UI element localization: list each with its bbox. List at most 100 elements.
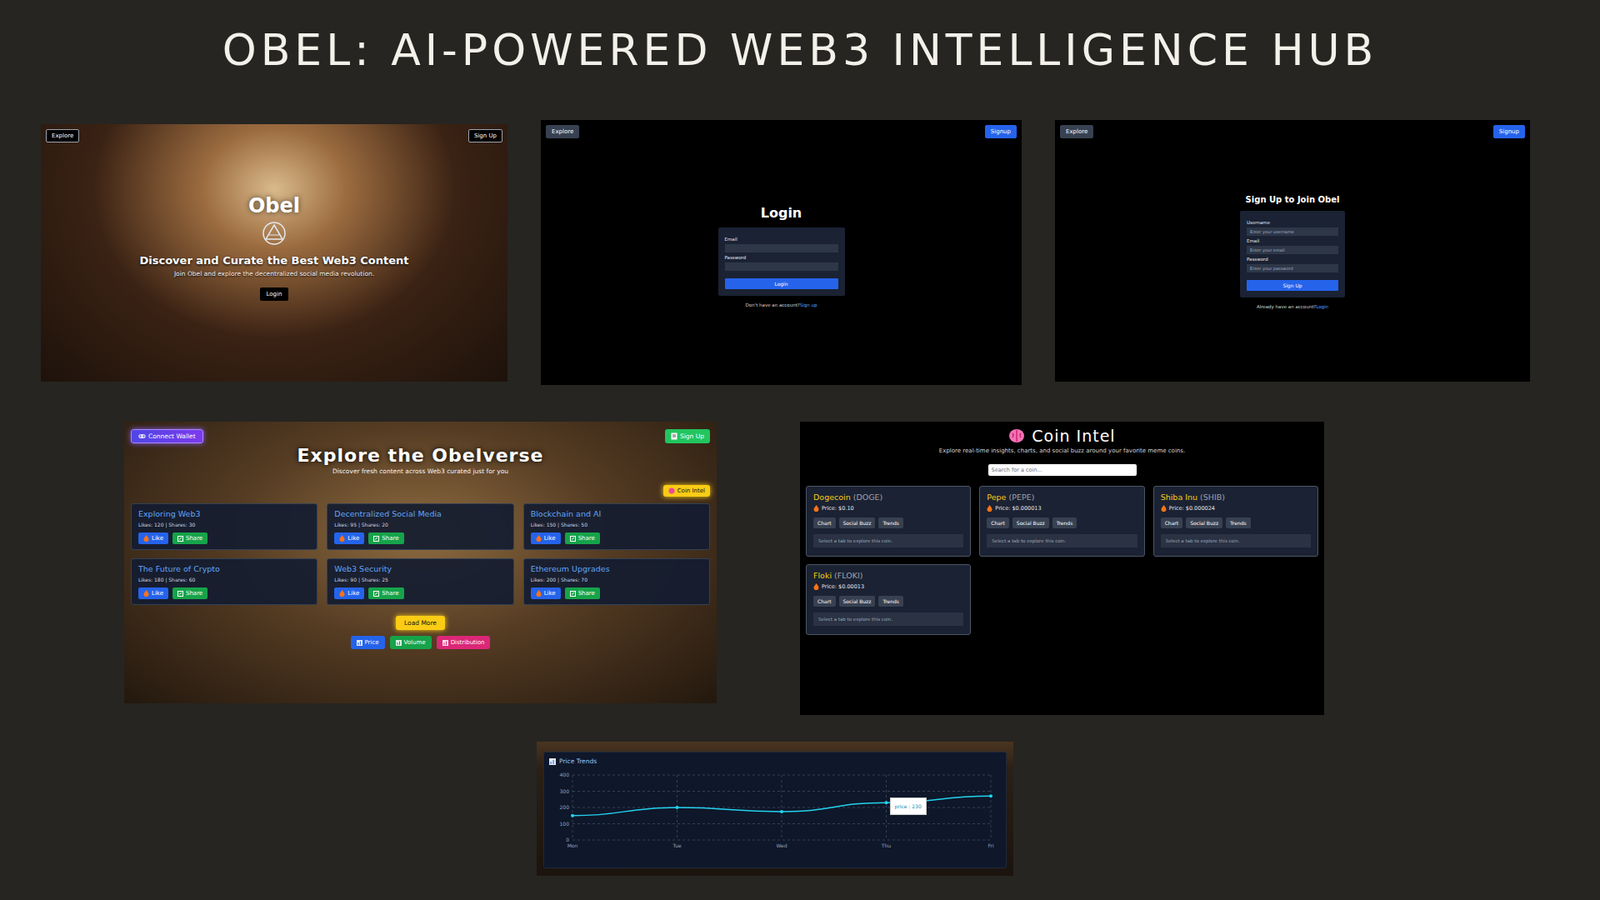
auth-footer: Don't have an account?Sign up — [745, 302, 818, 308]
x-tick: Thu — [880, 842, 891, 849]
fire-icon — [339, 590, 345, 597]
coin-tab[interactable]: Chart — [813, 595, 836, 607]
auth-footer: Already have an account?Login — [1256, 304, 1329, 310]
like-button[interactable]: Like — [138, 587, 169, 600]
brain-icon — [1008, 428, 1025, 444]
coin-card: Pepe (PEPE) Price: $0.000013 ChartSocial… — [979, 485, 1145, 557]
login-screenshot: Explore Signup Login Email Password Logi… — [540, 120, 1022, 385]
content-card[interactable]: Exploring Web3 Likes: 120 | Shares: 30 L… — [130, 503, 318, 550]
data-point[interactable] — [570, 814, 575, 818]
coin-tab[interactable]: Social Buzz — [1012, 517, 1050, 529]
chart-tab[interactable]: Distribution — [436, 635, 491, 650]
signup-screenshot: Explore Signup Sign Up to Join Obel User… — [1055, 120, 1530, 382]
field-label: Email — [1246, 238, 1339, 244]
login-link[interactable]: Login — [1315, 304, 1329, 310]
share-button[interactable]: Share — [172, 587, 208, 600]
card-stats: Likes: 90 | Shares: 25 — [334, 576, 506, 583]
login-button[interactable]: Login — [260, 287, 290, 301]
coin-tab[interactable]: Chart — [813, 517, 836, 529]
card-title: The Future of Crypto — [138, 564, 310, 574]
load-more-button[interactable]: Load More — [395, 615, 445, 630]
card-title: Web3 Security — [334, 564, 506, 574]
signup-button[interactable]: Sign Up — [468, 129, 503, 143]
like-button[interactable]: Like — [530, 587, 561, 600]
like-button[interactable]: Like — [138, 532, 169, 545]
content-card[interactable]: Web3 Security Likes: 90 | Shares: 25 Lik… — [326, 558, 514, 605]
explore-button[interactable]: Explore — [545, 125, 580, 139]
content-card[interactable]: Blockchain and AI Likes: 150 | Shares: 5… — [523, 503, 710, 550]
coin-card: Floki (FLOKI) Price: $0.00013 ChartSocia… — [805, 564, 971, 635]
like-button[interactable]: Like — [334, 587, 365, 600]
share-icon — [177, 535, 184, 542]
share-icon — [373, 590, 380, 597]
coin-tab[interactable]: Social Buzz — [839, 517, 876, 529]
coin-tab[interactable]: Trends — [878, 595, 904, 607]
share-button[interactable]: Share — [565, 532, 600, 545]
login-title: Login — [760, 205, 803, 221]
signup-button[interactable]: Sign Up — [665, 429, 710, 444]
data-point[interactable] — [780, 810, 784, 814]
text-field[interactable] — [1246, 227, 1339, 236]
brand-title: Obel — [248, 194, 300, 218]
content-card[interactable]: The Future of Crypto Likes: 180 | Shares… — [130, 558, 318, 605]
coin-tab[interactable]: Chart — [986, 517, 1010, 529]
text-field[interactable] — [1246, 264, 1339, 273]
fire-icon — [813, 505, 820, 512]
coin-tab[interactable]: Trends — [1052, 517, 1078, 529]
coin-hint: Select a tab to explore this coin. — [1160, 534, 1311, 548]
fire-icon — [535, 590, 542, 597]
coin-tab[interactable]: Trends — [878, 517, 904, 529]
share-button[interactable]: Share — [368, 532, 404, 545]
slide-title: OBEL: AI-POWERED WEB3 INTELLIGENCE HUB — [0, 0, 1600, 94]
chart-title: Price Trends — [549, 757, 1001, 765]
y-tick: 100 — [560, 820, 570, 827]
chart-icon — [549, 758, 556, 765]
coin-hint: Select a tab to explore this coin. — [813, 612, 964, 626]
coin-intel-screenshot: Coin Intel Explore real-time insights, c… — [800, 421, 1325, 715]
x-tick: Wed — [775, 842, 787, 849]
card-title: Exploring Web3 — [138, 509, 310, 519]
explore-button[interactable]: Explore — [45, 129, 80, 143]
field-label: Email — [725, 236, 839, 242]
text-field[interactable] — [725, 262, 839, 271]
like-button[interactable]: Like — [334, 532, 365, 545]
data-point[interactable] — [989, 794, 993, 798]
coin-tab[interactable]: Social Buzz — [839, 595, 876, 607]
share-button[interactable]: Share — [368, 587, 404, 600]
coin-tab[interactable]: Chart — [1160, 517, 1184, 529]
login-submit-button[interactable]: Login — [725, 278, 839, 290]
coin-tab[interactable]: Trends — [1225, 517, 1251, 529]
share-button[interactable]: Share — [172, 532, 208, 545]
explore-title: Explore the Obelverse — [130, 445, 710, 466]
y-tick: 200 — [560, 804, 570, 810]
chart-tab[interactable]: Volume — [390, 635, 432, 650]
coin-intel-title: Coin Intel — [1031, 426, 1115, 445]
share-button[interactable]: Share — [565, 587, 600, 600]
like-button[interactable]: Like — [530, 532, 561, 545]
card-title: Blockchain and AI — [530, 509, 703, 519]
data-point[interactable] — [885, 800, 889, 805]
signup-link[interactable]: Sign up — [800, 302, 818, 308]
explore-button[interactable]: Explore — [1060, 125, 1094, 139]
hero-subtitle: Join Obel and explore the decentralized … — [174, 270, 375, 278]
data-point[interactable] — [675, 805, 680, 810]
grid-line — [885, 775, 887, 840]
content-card[interactable]: Decentralized Social Media Likes: 95 | S… — [326, 503, 514, 550]
line-chart: 0100200300400MonTueWedThuFri — [549, 766, 1000, 860]
chart-tab[interactable]: Price — [350, 635, 385, 650]
signup-title: Sign Up to Join Obel — [1245, 195, 1340, 205]
signup-submit-button[interactable]: Sign Up — [1246, 280, 1339, 291]
coin-tab[interactable]: Social Buzz — [1185, 517, 1223, 529]
coin-intel-button[interactable]: Coin Intel — [663, 485, 710, 497]
text-field[interactable] — [725, 244, 839, 253]
text-field[interactable] — [1246, 245, 1339, 255]
coin-intel-subtitle: Explore real-time insights, charts, and … — [939, 447, 1185, 455]
coin-search-field[interactable] — [988, 464, 1137, 476]
fire-icon — [986, 505, 993, 512]
coin-symbol: (DOGE) — [853, 492, 884, 502]
field-label: Username — [1246, 220, 1339, 225]
content-card[interactable]: Ethereum Upgrades Likes: 200 | Shares: 7… — [523, 558, 710, 605]
connect-wallet-button[interactable]: Connect Wallet — [130, 429, 204, 444]
signup-button[interactable]: Signup — [1493, 125, 1525, 139]
signup-button[interactable]: Signup — [985, 125, 1017, 139]
